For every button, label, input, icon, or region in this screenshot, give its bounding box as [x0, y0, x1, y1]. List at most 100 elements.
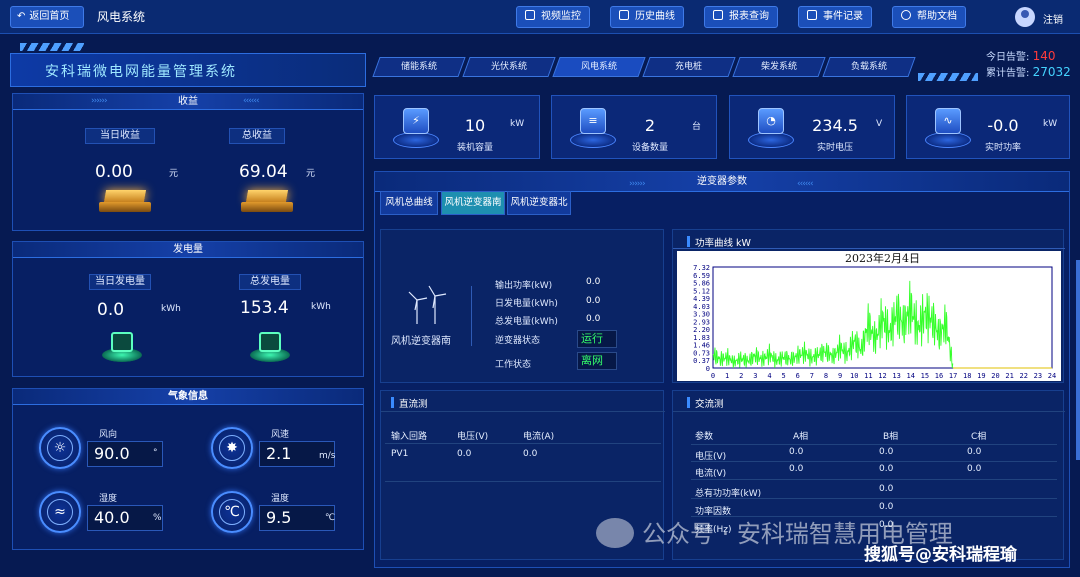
x-tick-label: 10	[850, 372, 858, 380]
work-status-value: 离网	[577, 352, 617, 370]
dc-cell: 0.0	[457, 449, 472, 459]
decor-stripes	[20, 43, 84, 51]
temp-unit: ℃	[325, 513, 336, 523]
chevron-left-icon: ‹‹‹‹‹‹	[797, 179, 814, 189]
y-tick-label: 2.93	[693, 318, 710, 326]
x-tick-label: 2	[739, 372, 743, 380]
x-tick-label: 22	[1020, 372, 1028, 380]
ac-cell: 0.0	[967, 464, 982, 474]
tab-pv[interactable]: 光伏系统	[462, 57, 556, 77]
back-home-button[interactable]: ↶ 返回首页	[10, 6, 84, 28]
kpi-value: 234.5	[812, 116, 858, 135]
ac-side-title: 交流测	[687, 396, 724, 410]
wind-dir-label: 风向	[99, 430, 118, 440]
logout-link[interactable]: 注销	[1043, 11, 1063, 26]
dc-side-title: 直流测	[391, 396, 428, 410]
decor-stripes-right	[918, 73, 978, 81]
system-name: 风电系统	[97, 10, 146, 24]
ac-cell: 0.0	[967, 447, 982, 457]
kpi-name: 装机容量	[456, 143, 493, 153]
humidity-icon: ≈	[39, 491, 81, 533]
x-tick-label: 5	[782, 372, 786, 380]
chevron-left-icon: ‹‹‹‹‹‹	[243, 96, 260, 106]
dc-cell: PV1	[391, 449, 409, 459]
y-tick-label: 1.83	[693, 334, 710, 342]
x-tick-label: 18	[963, 372, 971, 380]
ac-cell: 0.0	[879, 484, 894, 494]
back-arrow-icon: ↶	[17, 11, 26, 22]
chevron-right-icon: ››››››	[91, 96, 108, 106]
income-panel: ›››››› 收益 ‹‹‹‹‹‹ 当日收益 总收益 0.00 元 69.04 元	[12, 93, 364, 231]
total-income-label: 总收益	[229, 128, 285, 144]
income-panel-header: ›››››› 收益 ‹‹‹‹‹‹	[13, 94, 363, 110]
x-tick-label: 9	[838, 372, 842, 380]
battery-icon	[247, 330, 293, 364]
kpi-value: 2	[644, 116, 656, 135]
total-gen-value: 153.4	[240, 298, 289, 318]
alarm-summary: 今日告警: 140 累计告警: 27032	[986, 49, 1071, 79]
y-tick-label: 0	[706, 365, 710, 373]
generation-panel-header: 发电量	[13, 242, 363, 258]
today-income-label: 当日收益	[85, 128, 155, 144]
output-power-value: 0.0	[586, 277, 601, 287]
tab-wind-total-curve[interactable]: 风机总曲线	[380, 191, 438, 215]
tab-inverter-south[interactable]: 风机逆变器南	[441, 191, 505, 215]
ac-header: C相	[971, 432, 987, 442]
kpi-unit: kW	[510, 119, 525, 129]
x-tick-label: 11	[864, 372, 872, 380]
help-doc-button[interactable]: 帮助文档	[892, 6, 966, 28]
total-energy-label: 总发电量(kWh)	[495, 317, 558, 327]
avatar	[1015, 7, 1035, 27]
x-tick-label: 19	[977, 372, 985, 380]
daily-energy-value: 0.0	[586, 296, 601, 306]
dc-header: 电流(A)	[523, 432, 555, 442]
tab-load[interactable]: 负载系统	[822, 57, 916, 77]
page-title: 安科瑞微电网能量管理系统	[45, 64, 237, 80]
gold-coin-icon	[241, 190, 293, 212]
document-icon	[807, 10, 817, 20]
ac-cell: 0.0	[879, 502, 894, 512]
kpi-voltage: ◔ 234.5 V 实时电压	[729, 95, 895, 159]
income-title: 收益	[178, 96, 198, 107]
y-tick-label: 2.20	[693, 326, 710, 334]
tab-wind[interactable]: 风电系统	[552, 57, 646, 77]
video-monitor-button[interactable]: 视频监控	[516, 6, 590, 28]
kpi-unit: kW	[1043, 119, 1058, 129]
x-tick-label: 12	[878, 372, 886, 380]
weather-title: 气象信息	[168, 391, 208, 402]
x-tick-label: 6	[796, 372, 800, 380]
tab-charging[interactable]: 充电桩	[642, 57, 736, 77]
y-tick-label: 0.37	[693, 357, 710, 365]
top-bar: ↶ 返回首页 风电系统 视频监控 历史曲线 报表查询 事件记录 帮助文档 注销	[0, 0, 1080, 34]
tab-inverter-north[interactable]: 风机逆变器北	[507, 191, 571, 215]
report-query-button[interactable]: 报表查询	[704, 6, 778, 28]
chevron-right-icon: ››››››	[629, 179, 646, 189]
kpi-unit: 台	[692, 122, 702, 132]
dc-header: 电压(V)	[457, 432, 489, 442]
tab-storage[interactable]: 储能系统	[372, 57, 466, 77]
help-icon	[901, 10, 911, 20]
x-tick-label: 17	[949, 372, 957, 380]
x-tick-label: 20	[991, 372, 999, 380]
thermometer-icon: ℃	[211, 491, 253, 533]
series-line	[712, 280, 954, 369]
gold-coin-icon	[99, 190, 151, 212]
kpi-value: -0.0	[987, 116, 1019, 135]
scrollbar[interactable]	[1076, 260, 1080, 460]
video-icon	[525, 10, 535, 20]
history-curve-button[interactable]: 历史曲线	[610, 6, 684, 28]
temp-value: 9.5	[259, 505, 335, 531]
total-income-unit: 元	[306, 169, 316, 179]
ac-cell: 电流(V)	[695, 469, 727, 479]
divider	[471, 286, 472, 346]
wind-dir-value: 90.0	[87, 441, 163, 467]
wind-direction-icon: ☼	[39, 427, 81, 469]
event-log-button[interactable]: 事件记录	[798, 6, 872, 28]
tab-diesel[interactable]: 柴发系统	[732, 57, 826, 77]
output-power-label: 输出功率(kW)	[495, 281, 553, 291]
wind-speed-label: 风速	[271, 430, 290, 440]
kpi-value: 10	[464, 116, 486, 135]
chart-area: 2023年2月4日 0 0.37 0.73 1.46 1.83 2.20 2.93 3.30 4.…	[677, 251, 1061, 381]
temp-label: 温度	[271, 494, 290, 504]
y-tick-label: 4.39	[693, 295, 710, 303]
